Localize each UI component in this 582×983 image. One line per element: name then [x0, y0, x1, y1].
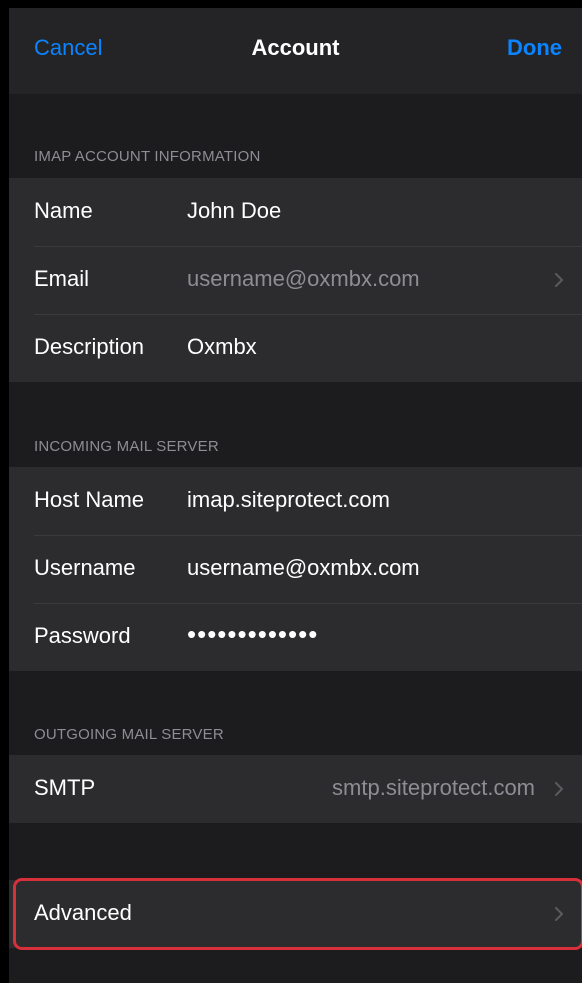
host-name-label: Host Name: [34, 487, 145, 512]
name-row[interactable]: Name John Doe: [9, 178, 582, 246]
incoming-server-group: Host Name imap.siteprotect.com Username …: [9, 467, 582, 671]
description-field[interactable]: Oxmbx: [187, 334, 257, 360]
smtp-server-value: smtp.siteprotect.com: [332, 775, 535, 800]
advanced-label: Advanced: [34, 900, 132, 925]
chevron-right-icon: [555, 907, 563, 921]
username-row[interactable]: Username username@oxmbx.com: [9, 535, 582, 603]
page-title: Account: [251, 35, 340, 60]
imap-section-header: IMAP ACCOUNT INFORMATION: [34, 148, 261, 165]
imap-account-group: Name John Doe Email username@oxmbx.com D…: [9, 178, 582, 382]
outgoing-server-group: SMTP smtp.siteprotect.com: [9, 755, 582, 823]
password-row[interactable]: Password •••••••••••••: [9, 603, 582, 671]
outgoing-section-header: OUTGOING MAIL SERVER: [34, 726, 224, 743]
advanced-group: Advanced: [9, 880, 582, 948]
password-field[interactable]: •••••••••••••: [187, 619, 318, 650]
host-name-field[interactable]: imap.siteprotect.com: [187, 487, 390, 513]
email-label: Email: [34, 266, 90, 291]
email-row[interactable]: Email username@oxmbx.com: [9, 246, 582, 314]
host-name-row[interactable]: Host Name imap.siteprotect.com: [9, 467, 582, 535]
done-button[interactable]: Done: [507, 35, 562, 61]
email-value: username@oxmbx.com: [187, 266, 420, 291]
username-label: Username: [34, 555, 136, 580]
chevron-right-icon: [555, 782, 563, 796]
name-field[interactable]: John Doe: [187, 198, 281, 224]
navigation-bar: Cancel Account Done: [9, 8, 582, 94]
incoming-section-header: INCOMING MAIL SERVER: [34, 438, 219, 455]
name-label: Name: [34, 198, 93, 223]
smtp-label: SMTP: [34, 775, 96, 800]
advanced-row[interactable]: Advanced: [9, 880, 582, 948]
description-row[interactable]: Description Oxmbx: [9, 314, 582, 382]
account-settings-screen: Cancel Account Done IMAP ACCOUNT INFORMA…: [9, 8, 582, 983]
chevron-right-icon: [555, 273, 563, 287]
password-label: Password: [34, 623, 131, 648]
smtp-row[interactable]: SMTP smtp.siteprotect.com: [9, 755, 582, 823]
username-field[interactable]: username@oxmbx.com: [187, 555, 420, 581]
description-label: Description: [34, 334, 145, 359]
